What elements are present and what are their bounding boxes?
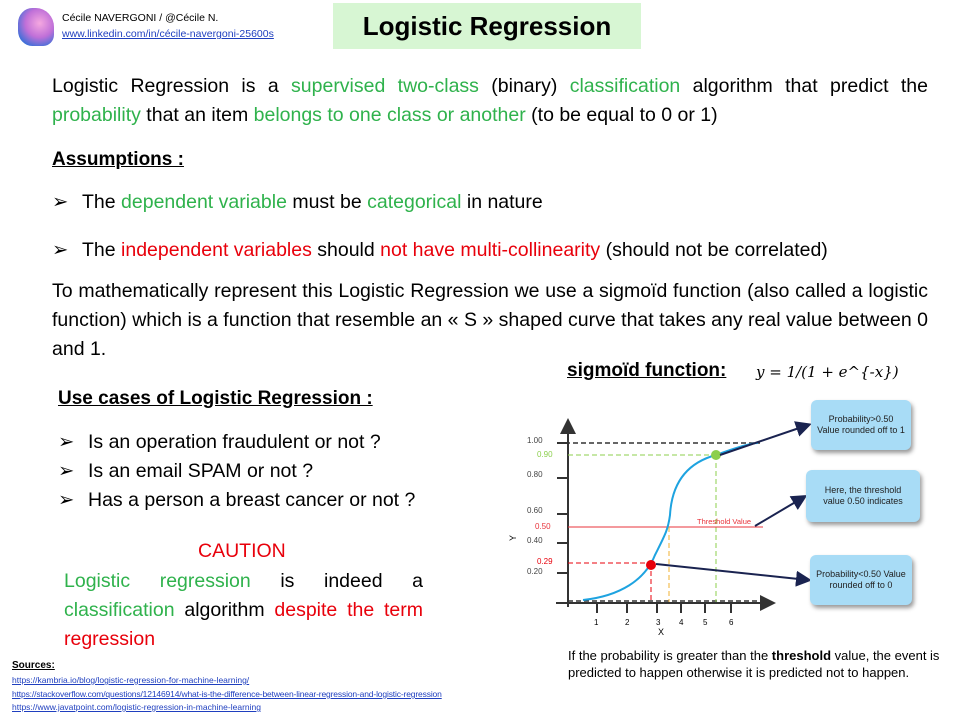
y-tick-2: 0.80 xyxy=(527,470,543,479)
x-tick-3: 3 xyxy=(656,618,661,627)
y-tick-1: 1.00 xyxy=(527,436,543,445)
y-tick-5: 0.20 xyxy=(527,567,543,576)
sigmoid-figure xyxy=(556,418,812,613)
threshold-note: If the probability is greater than the t… xyxy=(568,647,943,681)
x-tick-5: 5 xyxy=(703,618,708,627)
x-tick-1: 1 xyxy=(594,618,599,627)
high-point xyxy=(711,450,721,460)
source-link-2[interactable]: https://stackoverflow.com/questions/1214… xyxy=(12,689,442,699)
callout-arrow-1 xyxy=(719,421,812,456)
x-tick-2: 2 xyxy=(625,618,630,627)
x-tick-marks xyxy=(596,603,732,613)
y-axis-label: Y xyxy=(508,534,519,542)
callout-arrow-2 xyxy=(754,494,808,527)
y-mark-threshold: 0.50 xyxy=(535,522,551,531)
low-point xyxy=(646,560,656,570)
text: threshold xyxy=(771,648,832,663)
x-tick-6: 6 xyxy=(729,618,734,627)
y-tick-marks xyxy=(557,442,568,574)
slide: Cécile NAVERGONI / @Cécile N. www.linked… xyxy=(0,0,960,720)
source-link-3[interactable]: https://www.javatpoint.com/logistic-regr… xyxy=(12,702,261,712)
sources-heading: Sources: xyxy=(12,660,55,671)
y-mark-high: 0.90 xyxy=(537,450,553,459)
callout-threshold: Here, the threshold value 0.50 indicates xyxy=(806,470,920,522)
y-tick-4: 0.40 xyxy=(527,536,543,545)
x-tick-4: 4 xyxy=(679,618,684,627)
y-mark-low: 0.29 xyxy=(537,557,553,566)
callout-arrow-3 xyxy=(655,563,812,587)
y-tick-3: 0.60 xyxy=(527,506,543,515)
source-link-1[interactable]: https://kambria.io/blog/logistic-regress… xyxy=(12,675,249,685)
threshold-label: Threshold Value xyxy=(697,517,752,526)
callout-high: Probability>0.50 Value rounded off to 1 xyxy=(811,400,911,450)
callout-low: Probability<0.50 Value rounded off to 0 xyxy=(810,555,912,605)
text: If the probability is greater than the xyxy=(568,648,772,663)
x-axis-label: X xyxy=(658,627,665,637)
